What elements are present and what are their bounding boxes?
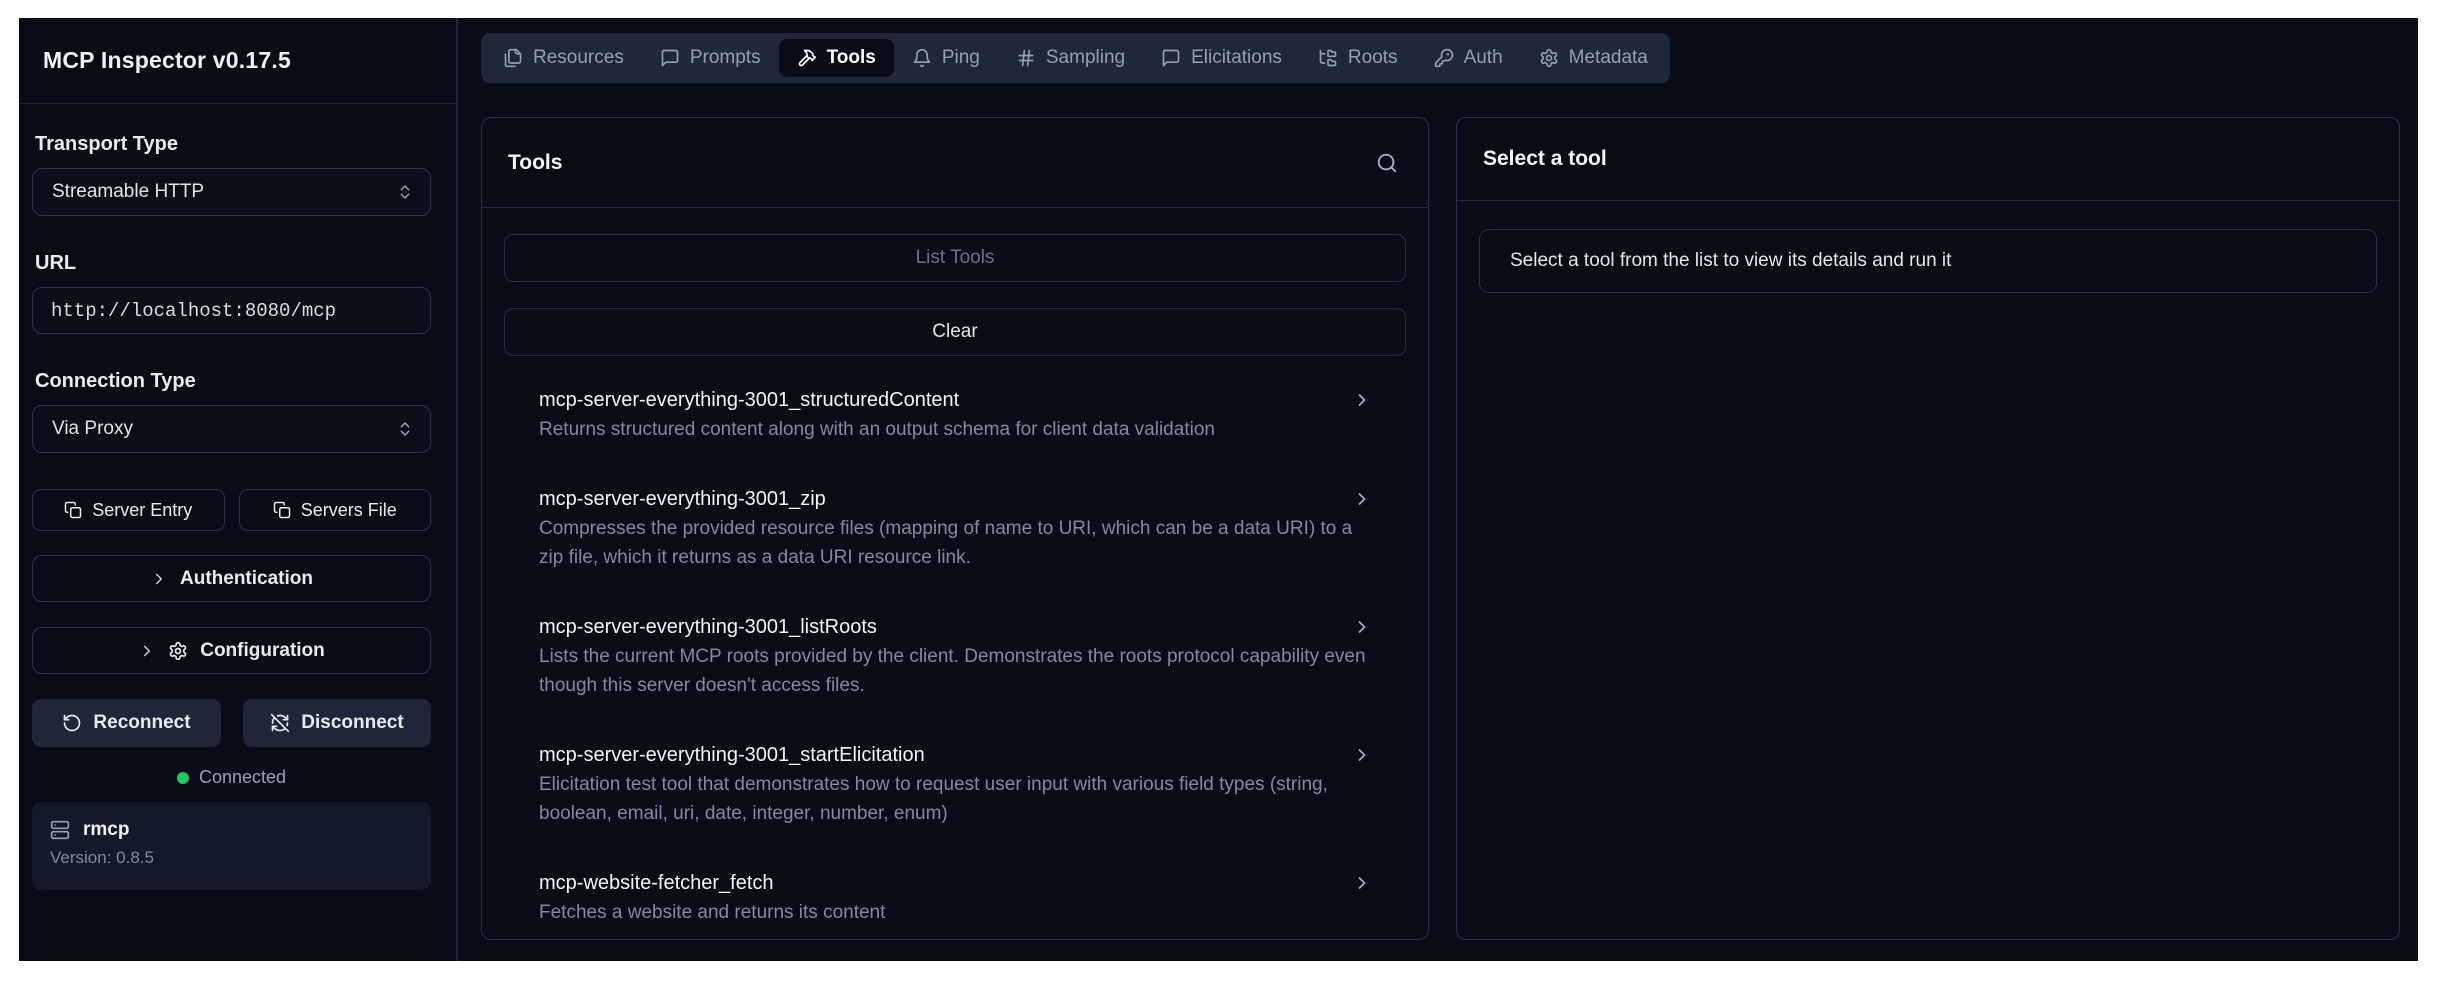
search-icon [1376,152,1398,174]
tab-metadata[interactable]: Metadata [1521,39,1666,77]
tool-detail-title: Select a tool [1483,147,1607,171]
tool-detail-body: Select a tool from the list to view its … [1457,201,2399,293]
tool-list-item[interactable]: mcp-website-fetcher_fetch Fetches a webs… [539,868,1372,927]
transport-type-value: Streamable HTTP [52,181,204,203]
chevron-right-icon [1352,873,1372,893]
connection-type-label: Connection Type [35,370,431,393]
tool-name: mcp-server-everything-3001_listRoots [539,612,877,642]
tools-panel-header: Tools [482,118,1428,208]
server-version: Version: 0.8.5 [50,848,413,868]
server-entry-label: Server Entry [92,500,192,521]
server-card: rmcp Version: 0.8.5 [32,802,431,890]
server-icon [50,820,70,840]
url-value: http://localhost:8080/mcp [51,300,336,322]
settings-icon [1539,48,1559,68]
key-icon [1434,48,1454,68]
tool-detail-panel: Select a tool Select a tool from the lis… [1456,117,2400,940]
refresh-off-icon [270,713,290,733]
authentication-label: Authentication [180,568,313,590]
hash-icon [1016,48,1036,68]
sidebar: MCP Inspector v0.17.5 Transport Type Str… [19,18,458,961]
tab-tools[interactable]: Tools [779,39,894,77]
folder-tree-icon [1318,48,1338,68]
servers-file-label: Servers File [301,500,397,521]
tool-list-item[interactable]: mcp-server-everything-3001_zip Compresse… [539,484,1372,572]
tool-detail-placeholder: Select a tool from the list to view its … [1479,229,2377,293]
configuration-label: Configuration [200,640,325,662]
server-entry-button[interactable]: Server Entry [32,489,225,531]
gear-icon [168,641,188,661]
connection-status: Connected [32,767,431,788]
disconnect-button[interactable]: Disconnect [243,699,431,747]
tab-sampling[interactable]: Sampling [998,39,1143,77]
files-icon [503,48,523,68]
connection-buttons-row: Reconnect Disconnect [32,699,431,747]
chevrons-up-down-icon [396,183,414,201]
connection-type-select[interactable]: Via Proxy [32,405,431,453]
disconnect-label: Disconnect [301,712,403,734]
status-dot [177,772,189,784]
message-square-icon [660,48,680,68]
tab-auth[interactable]: Auth [1416,39,1521,77]
tool-description: Returns structured content along with an… [539,415,1372,444]
tab-prompts[interactable]: Prompts [642,39,779,77]
tool-name: mcp-server-everything-3001_zip [539,484,826,514]
message-square-icon [1161,48,1181,68]
chevron-right-icon [1352,745,1372,765]
tool-name: mcp-server-everything-3001_structuredCon… [539,385,959,415]
tool-description: Fetches a website and returns its conten… [539,898,1372,927]
chevron-right-icon [1352,617,1372,637]
url-input[interactable]: http://localhost:8080/mcp [32,287,431,334]
tool-list: mcp-server-everything-3001_structuredCon… [504,382,1406,927]
clear-button[interactable]: Clear [504,308,1406,356]
app-title: MCP Inspector v0.17.5 [43,47,291,74]
url-label: URL [35,252,431,275]
tab-resources[interactable]: Resources [485,39,642,77]
tab-ping[interactable]: Ping [894,39,998,77]
transport-type-select[interactable]: Streamable HTTP [32,168,431,216]
top-nav: Resources Prompts Tools Ping Sampling El… [481,33,1670,83]
server-name: rmcp [83,819,129,841]
tab-roots[interactable]: Roots [1300,39,1416,77]
main-area: Resources Prompts Tools Ping Sampling El… [458,18,2418,961]
sidebar-header: MCP Inspector v0.17.5 [19,18,456,104]
tool-description: Lists the current MCP roots provided by … [539,642,1372,700]
tool-list-item[interactable]: mcp-server-everything-3001_startElicitat… [539,740,1372,828]
status-label: Connected [199,767,286,788]
copy-icon [273,501,291,519]
tool-list-item[interactable]: mcp-server-everything-3001_structuredCon… [539,385,1372,444]
chevron-right-icon [138,642,156,660]
app-window: MCP Inspector v0.17.5 Transport Type Str… [19,18,2418,961]
reconnect-button[interactable]: Reconnect [32,699,221,747]
list-tools-button[interactable]: List Tools [504,234,1406,282]
tab-elicitations[interactable]: Elicitations [1143,39,1300,77]
reconnect-label: Reconnect [93,712,190,734]
tool-name: mcp-server-everything-3001_startElicitat… [539,740,925,770]
tools-panel-title: Tools [508,151,562,175]
tool-description: Elicitation test tool that demonstrates … [539,770,1372,828]
chevrons-up-down-icon [396,420,414,438]
authentication-toggle[interactable]: Authentication [32,555,431,602]
chevron-right-icon [150,570,168,588]
tools-panel: Tools List Tools Clear mcp-server-everyt… [481,117,1429,940]
copy-buttons-row: Server Entry Servers File [32,489,431,531]
tool-description: Compresses the provided resource files (… [539,514,1372,572]
sidebar-body: Transport Type Streamable HTTP URL http:… [19,104,456,890]
hammer-icon [797,48,817,68]
transport-type-label: Transport Type [35,133,431,156]
bell-icon [912,48,932,68]
servers-file-button[interactable]: Servers File [239,489,432,531]
tools-panel-body: List Tools Clear mcp-server-everything-3… [482,208,1428,927]
chevron-right-icon [1352,489,1372,509]
copy-icon [64,501,82,519]
connection-type-value: Via Proxy [52,418,133,440]
chevron-right-icon [1352,390,1372,410]
configuration-toggle[interactable]: Configuration [32,627,431,674]
rotate-ccw-icon [62,713,82,733]
tool-detail-header: Select a tool [1457,118,2399,201]
search-button[interactable] [1372,148,1402,178]
tool-name: mcp-website-fetcher_fetch [539,868,774,898]
tool-list-item[interactable]: mcp-server-everything-3001_listRoots Lis… [539,612,1372,700]
